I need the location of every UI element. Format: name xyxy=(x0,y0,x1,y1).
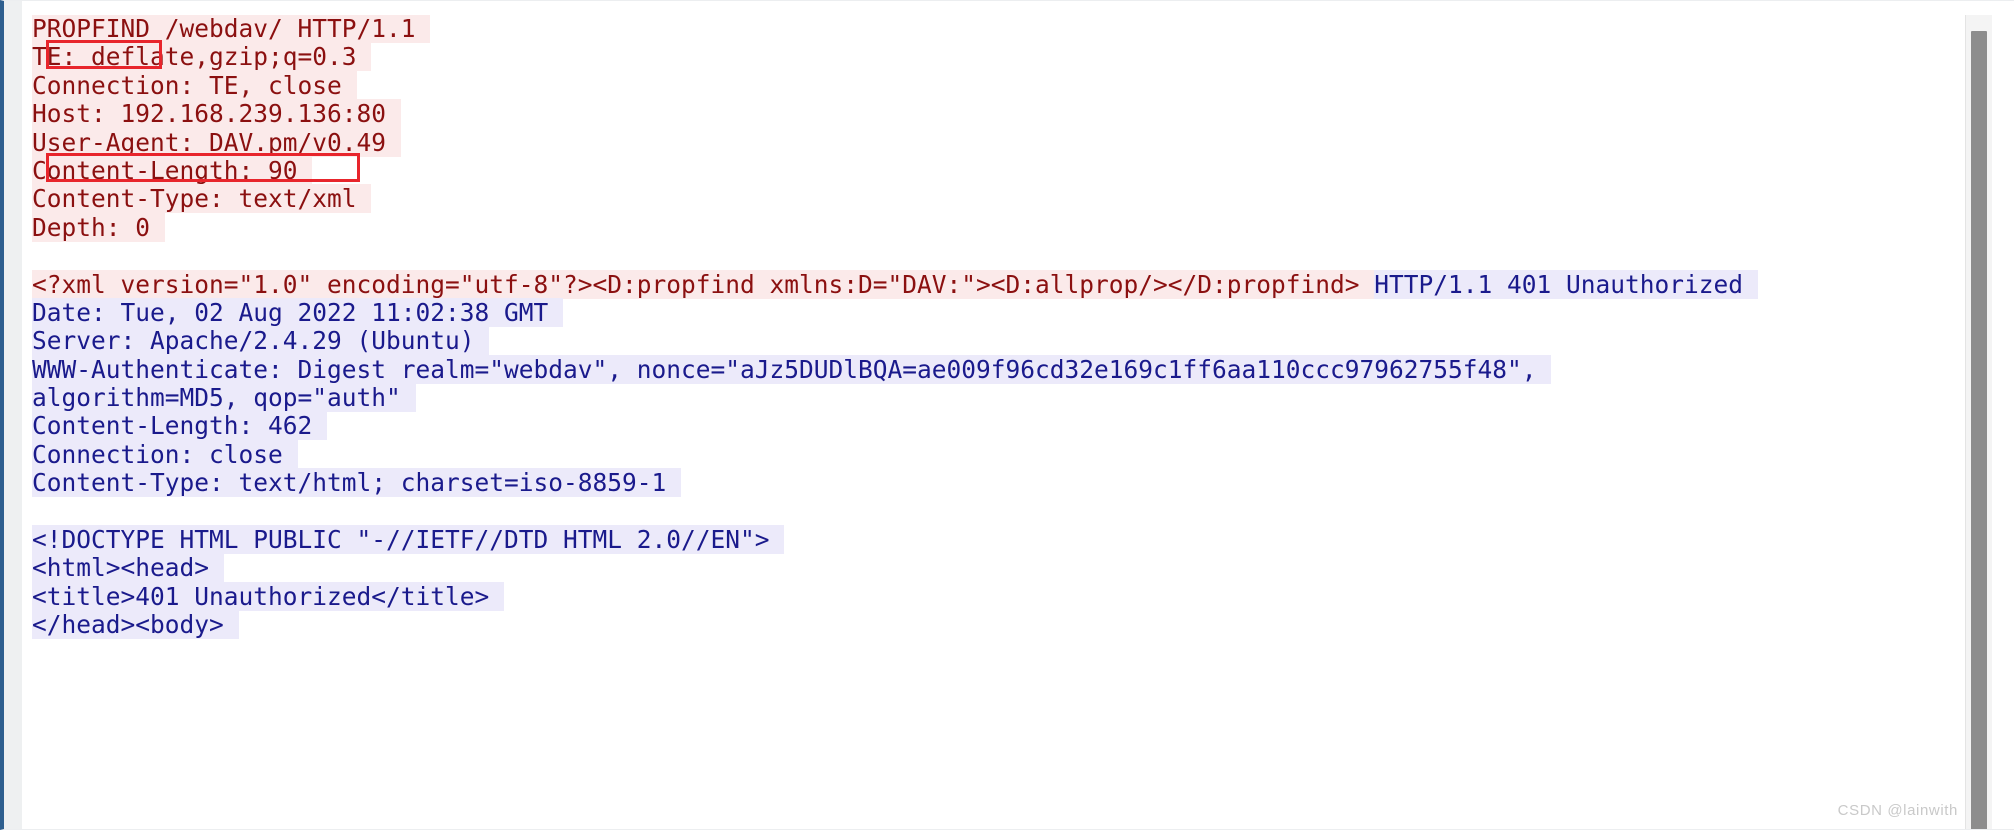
request-body-and-status-segment: <?xml version="1.0" encoding="utf-8"?><D… xyxy=(32,269,1375,299)
left-gutter xyxy=(4,1,22,829)
response-body-title: <title>401 Unauthorized</title> xyxy=(32,581,1758,611)
request-depth-segment: Depth: 0 xyxy=(32,212,165,242)
request-connection-segment: Connection: TE, close xyxy=(32,70,357,100)
response-www-authenticate-cont-segment: algorithm=MD5, qop="auth" xyxy=(32,383,416,413)
transcript-text[interactable]: PROPFIND /webdav/ HTTP/1.1 TE: deflate,g… xyxy=(32,15,1758,640)
response-content-length-segment: Content-Length: 462 xyxy=(32,411,328,441)
request-host: Host: 192.168.239.136:80 xyxy=(32,99,1758,129)
request-depth: Depth: 0 xyxy=(32,212,1758,242)
response-body-doctype-segment: <!DOCTYPE HTML PUBLIC "-//IETF//DTD HTML… xyxy=(32,525,785,555)
response-server: Server: Apache/2.4.29 (Ubuntu) xyxy=(32,326,1758,356)
http-transcript-viewer: PROPFIND /webdav/ HTTP/1.1 TE: deflate,g… xyxy=(0,0,2014,830)
response-www-authenticate-segment: WWW-Authenticate: Digest realm="webdav",… xyxy=(32,354,1552,384)
request-content-type: Content-Type: text/xml xyxy=(32,184,1758,214)
request-user-agent-segment: User-Agent: DAV.pm/v0.49 xyxy=(32,127,401,157)
vertical-scrollbar[interactable] xyxy=(1965,15,1992,829)
request-connection: Connection: TE, close xyxy=(32,70,1758,100)
response-body-head-close-segment: </head><body> xyxy=(32,610,239,640)
request-user-agent: User-Agent: DAV.pm/v0.49 xyxy=(32,127,1758,157)
request-content-type-segment: Content-Type: text/xml xyxy=(32,184,372,214)
request-te-segment: TE: deflate,gzip;q=0.3 xyxy=(32,42,372,72)
request-host-segment: Host: 192.168.239.136:80 xyxy=(32,99,401,129)
request-body-and-status-segment: HTTP/1.1 401 Unauthorized xyxy=(1374,269,1758,299)
separator-2-segment xyxy=(32,497,47,526)
separator-1 xyxy=(32,242,1758,270)
response-date-segment: Date: Tue, 02 Aug 2022 11:02:38 GMT xyxy=(32,297,564,327)
response-body-head-close: </head><body> xyxy=(32,610,1758,640)
response-date: Date: Tue, 02 Aug 2022 11:02:38 GMT xyxy=(32,297,1758,327)
csdn-watermark: CSDN @lainwith xyxy=(1837,802,1958,819)
response-body-title-segment: <title>401 Unauthorized</title> xyxy=(32,581,505,611)
separator-1-segment xyxy=(32,241,47,270)
response-www-authenticate-cont: algorithm=MD5, qop="auth" xyxy=(32,383,1758,413)
response-content-type-segment: Content-Type: text/html; charset=iso-885… xyxy=(32,468,682,498)
response-body-html-head-segment: <html><head> xyxy=(32,553,224,583)
request-te: TE: deflate,gzip;q=0.3 xyxy=(32,42,1758,72)
response-body-doctype: <!DOCTYPE HTML PUBLIC "-//IETF//DTD HTML… xyxy=(32,525,1758,555)
request-line: PROPFIND /webdav/ HTTP/1.1 xyxy=(32,15,1758,43)
response-server-segment: Server: Apache/2.4.29 (Ubuntu) xyxy=(32,326,490,356)
response-connection: Connection: close xyxy=(32,439,1758,469)
request-body-and-status: <?xml version="1.0" encoding="utf-8"?><D… xyxy=(32,269,1758,299)
response-content-type: Content-Type: text/html; charset=iso-885… xyxy=(32,468,1758,498)
response-connection-segment: Connection: close xyxy=(32,439,298,469)
request-content-length: Content-Length: 90 xyxy=(32,155,1758,185)
request-line-segment: PROPFIND /webdav/ HTTP/1.1 xyxy=(32,15,431,43)
response-content-length: Content-Length: 462 xyxy=(32,411,1758,441)
request-content-length-segment: Content-Length: 90 xyxy=(32,155,313,185)
response-www-authenticate: WWW-Authenticate: Digest realm="webdav",… xyxy=(32,354,1758,384)
separator-2 xyxy=(32,498,1758,526)
response-body-html-head: <html><head> xyxy=(32,553,1758,583)
scrollbar-thumb[interactable] xyxy=(1971,31,1987,829)
transcript-panel[interactable]: PROPFIND /webdav/ HTTP/1.1 TE: deflate,g… xyxy=(22,15,1922,829)
